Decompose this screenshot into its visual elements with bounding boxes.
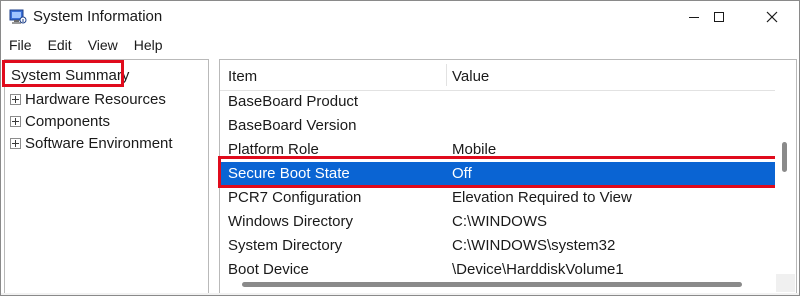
menu-bar: File Edit View Help [1,34,171,56]
tree-item-label: Software Environment [25,134,173,152]
tree-item-hardware-resources[interactable]: Hardware Resources [10,88,166,110]
expand-icon[interactable] [10,137,21,149]
row-value: C:\WINDOWS [452,213,547,230]
column-header-item[interactable]: Item [228,68,257,85]
list-row[interactable]: BaseBoard Product [220,90,776,114]
row-item: BaseBoard Product [228,93,359,110]
system-information-icon [9,9,27,25]
window-title: System Information [33,8,163,25]
row-value: C:\WINDOWS\system32 [452,237,616,254]
menu-help[interactable]: Help [126,34,171,56]
scrollbar-corner [776,274,795,292]
menu-view[interactable]: View [80,34,126,56]
row-value: Elevation Required to View [452,189,632,206]
row-item: Windows Directory [228,213,354,230]
row-item: System Directory [228,237,343,254]
list-row[interactable]: Windows Directory C:\WINDOWS [220,210,776,234]
maximize-icon [714,12,724,22]
category-tree[interactable]: System Summary Hardware Resources Compon… [4,59,209,295]
close-icon [766,11,778,23]
horizontal-scrollbar[interactable] [220,274,776,292]
tree-item-label: Components [25,112,111,130]
list-row[interactable]: System Directory C:\WINDOWS\system32 [220,234,776,258]
system-information-window: System Information File Edit View Help S… [0,0,800,296]
expand-icon[interactable] [10,93,21,105]
highlight-box [2,60,124,87]
tree-item-components[interactable]: Components [10,110,110,132]
column-header-value[interactable]: Value [452,68,489,85]
vertical-scrollbar[interactable] [775,60,795,274]
maximize-button[interactable] [696,1,742,33]
expand-icon[interactable] [10,115,21,127]
vertical-scroll-thumb[interactable] [782,142,787,172]
menu-file[interactable]: File [1,34,40,56]
horizontal-scroll-thumb[interactable] [242,282,742,287]
menu-edit[interactable]: Edit [40,34,80,56]
tree-item-label: Hardware Resources [25,90,166,108]
close-button[interactable] [749,1,795,33]
row-item: PCR7 Configuration [228,189,362,206]
column-divider[interactable] [446,64,447,86]
list-row[interactable]: PCR7 Configuration Elevation Required to… [220,186,776,210]
tree-item-software-environment[interactable]: Software Environment [10,132,173,154]
list-header: Item Value [220,60,776,91]
title-bar[interactable]: System Information [1,1,799,33]
list-row[interactable]: BaseBoard Version [220,114,776,138]
row-item: BaseBoard Version [228,117,357,134]
window-bottom-edge [1,293,799,295]
highlight-box [218,156,780,188]
